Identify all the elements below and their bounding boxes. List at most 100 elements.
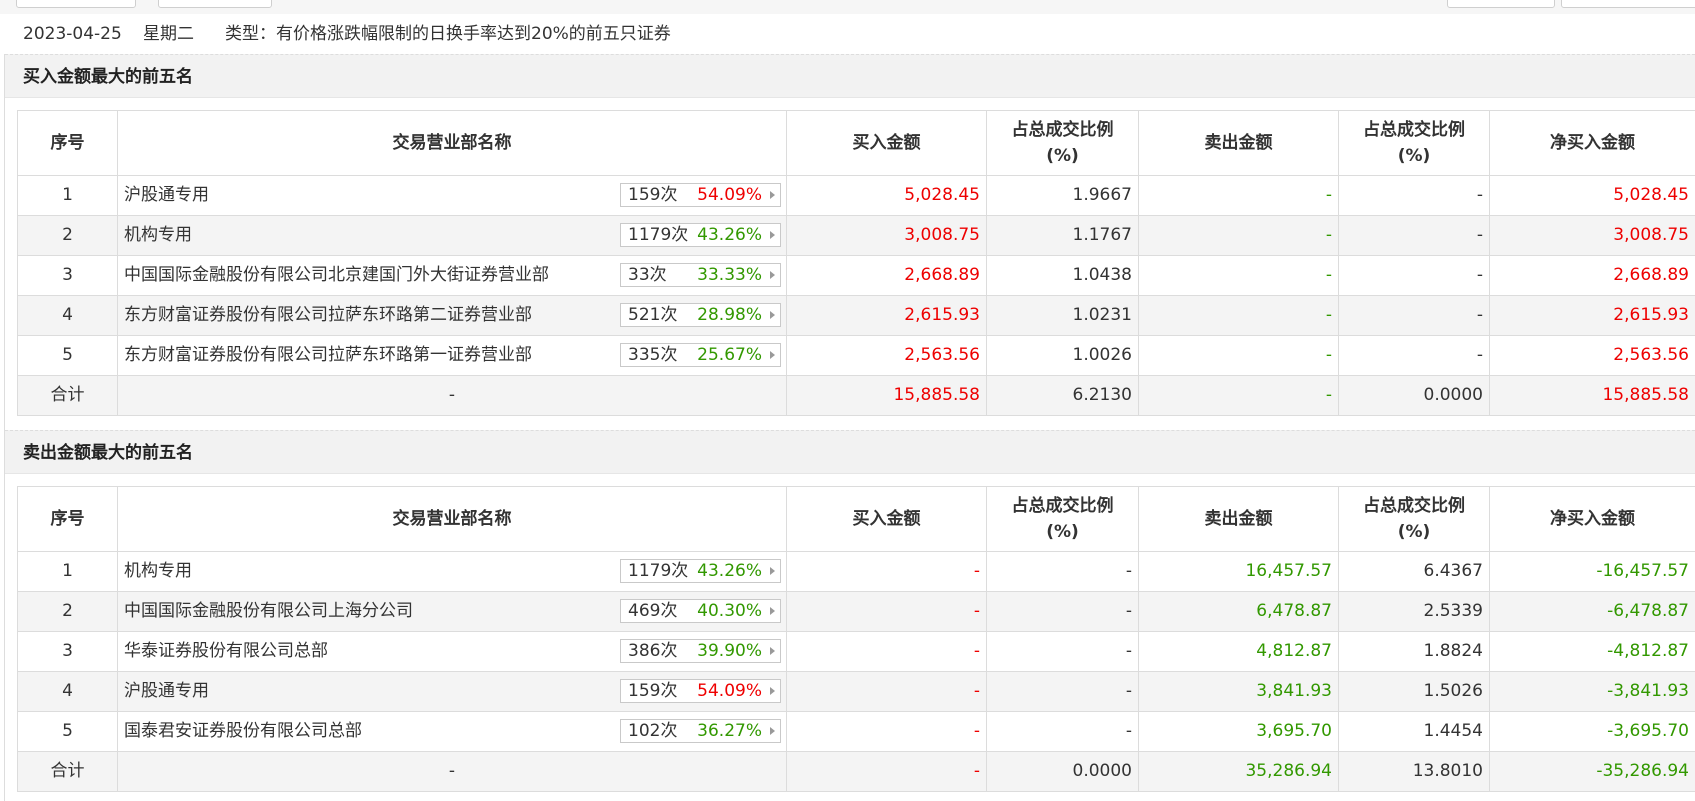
col-header-buy: 买入金额 bbox=[786, 486, 987, 552]
net-amount: 2,563.56 bbox=[1489, 335, 1695, 376]
buy-amount: - bbox=[786, 711, 987, 752]
broker-stats-button[interactable]: 33次 33.33% bbox=[620, 263, 781, 287]
appearance-count: 159次 bbox=[628, 185, 678, 205]
sell-ratio: - bbox=[1338, 255, 1490, 296]
buy-amount: - bbox=[786, 551, 987, 592]
broker-name[interactable]: 机构专用 bbox=[124, 553, 192, 591]
toolbar-button-right-1[interactable] bbox=[1447, 0, 1555, 8]
row-seq: 4 bbox=[17, 295, 118, 336]
total-name: - bbox=[117, 751, 787, 792]
broker-name[interactable]: 沪股通专用 bbox=[124, 177, 209, 215]
toolbar-button-left-1[interactable] bbox=[16, 0, 136, 8]
broker-stats-button[interactable]: 102次 36.27% bbox=[620, 719, 781, 743]
total-sell-amount: 35,286.94 bbox=[1138, 751, 1339, 792]
caret-right-icon bbox=[770, 191, 775, 199]
buy-amount: 2,668.89 bbox=[786, 255, 987, 296]
sell-ratio: - bbox=[1338, 295, 1490, 336]
appearance-count: 1179次 bbox=[628, 225, 689, 245]
table-row: 1 机构专用 1179次 43.26% - -16,457.57 6.4367 -16,457… bbox=[17, 551, 1695, 592]
broker-name[interactable]: 中国国际金融股份有限公司上海分公司 bbox=[124, 593, 413, 631]
broker-name[interactable]: 国泰君安证券股份有限公司总部 bbox=[124, 713, 362, 751]
broker-stats-button[interactable]: 1179次 43.26% bbox=[620, 559, 781, 583]
buy-ratio: 1.1767 bbox=[986, 215, 1139, 256]
sell-amount: 3,695.70 bbox=[1138, 711, 1339, 752]
total-buy-ratio: 0.0000 bbox=[986, 751, 1139, 792]
broker-name-cell: 华泰证券股份有限公司总部 386次 39.90% bbox=[117, 631, 787, 672]
buy-ratio: 1.0231 bbox=[986, 295, 1139, 336]
col-header-net: 净买入金额 bbox=[1489, 486, 1695, 552]
total-buy-ratio: 6.2130 bbox=[986, 375, 1139, 416]
broker-name-cell: 东方财富证券股份有限公司拉萨东环路第一证券营业部 335次 25.67% bbox=[117, 335, 787, 376]
col-header-sell: 卖出金额 bbox=[1138, 486, 1339, 552]
buy-ratio: - bbox=[986, 551, 1139, 592]
broker-stats-button[interactable]: 335次 25.67% bbox=[620, 343, 781, 367]
buy-amount: 3,008.75 bbox=[786, 215, 987, 256]
appearance-count: 469次 bbox=[628, 601, 678, 621]
win-rate: 33.33% bbox=[697, 265, 762, 285]
net-amount: -4,812.87 bbox=[1489, 631, 1695, 672]
broker-stats-button[interactable]: 469次 40.30% bbox=[620, 599, 781, 623]
table-row: 3 中国国际金融股份有限公司北京建国门外大街证券营业部 33次 33.33% 2,668… bbox=[17, 255, 1695, 296]
total-net-amount: -35,286.94 bbox=[1489, 751, 1695, 792]
total-sell-ratio: 0.0000 bbox=[1338, 375, 1490, 416]
sell-ratio: 1.5026 bbox=[1338, 671, 1490, 712]
toolbar-button-left-2[interactable] bbox=[158, 0, 272, 8]
win-rate: 39.90% bbox=[697, 641, 762, 661]
net-amount: 2,615.93 bbox=[1489, 295, 1695, 336]
broker-name[interactable]: 中国国际金融股份有限公司北京建国门外大街证券营业部 bbox=[124, 257, 549, 295]
table-row: 5 国泰君安证券股份有限公司总部 102次 36.27% - -3,695.70 1.445… bbox=[17, 711, 1695, 752]
caret-right-icon bbox=[770, 351, 775, 359]
col-header-name: 交易营业部名称 bbox=[117, 110, 787, 176]
buy-ratio: 1.0438 bbox=[986, 255, 1139, 296]
buy-ratio: - bbox=[986, 671, 1139, 712]
broker-stats-button[interactable]: 386次 39.90% bbox=[620, 639, 781, 663]
appearance-count: 521次 bbox=[628, 305, 678, 325]
broker-name[interactable]: 东方财富证券股份有限公司拉萨东环路第一证券营业部 bbox=[124, 337, 532, 375]
broker-stats-button[interactable]: 1179次 43.26% bbox=[620, 223, 781, 247]
win-rate: 36.27% bbox=[697, 721, 762, 741]
col-header-net: 净买入金额 bbox=[1489, 110, 1695, 176]
buy-ratio: - bbox=[986, 591, 1139, 632]
broker-name-cell: 沪股通专用 159次 54.09% bbox=[117, 175, 787, 216]
type-text: 类型：有价格涨跌幅限制的日换手率达到20%的前五只证券 bbox=[225, 24, 671, 44]
row-seq: 3 bbox=[17, 631, 118, 672]
col-header-buy: 买入金额 bbox=[786, 110, 987, 176]
broker-stats-button[interactable]: 521次 28.98% bbox=[620, 303, 781, 327]
table-row: 2 机构专用 1179次 43.26% 3,008.75 1.1767- -3,008.75 bbox=[17, 215, 1695, 256]
table-row: 3 华泰证券股份有限公司总部 386次 39.90% - -4,812.87 1.8824-… bbox=[17, 631, 1695, 672]
table-row: 5 东方财富证券股份有限公司拉萨东环路第一证券营业部 335次 25.67% 2,563… bbox=[17, 335, 1695, 376]
broker-stats-button[interactable]: 159次 54.09% bbox=[620, 679, 781, 703]
net-amount: -6,478.87 bbox=[1489, 591, 1695, 632]
broker-name[interactable]: 东方财富证券股份有限公司拉萨东环路第二证券营业部 bbox=[124, 297, 532, 335]
total-label: 合计 bbox=[17, 751, 118, 792]
net-amount: 2,668.89 bbox=[1489, 255, 1695, 296]
net-amount: -3,695.70 bbox=[1489, 711, 1695, 752]
net-amount: -16,457.57 bbox=[1489, 551, 1695, 592]
col-header-sell-pct: 占总成交比例 (%) bbox=[1338, 486, 1490, 552]
win-rate: 54.09% bbox=[697, 681, 762, 701]
col-header-buy-pct: 占总成交比例 (%) bbox=[986, 110, 1139, 176]
col-header-seq: 序号 bbox=[17, 486, 118, 552]
sell-amount: 16,457.57 bbox=[1138, 551, 1339, 592]
row-seq: 3 bbox=[17, 255, 118, 296]
buy-amount: - bbox=[786, 591, 987, 632]
broker-name-cell: 机构专用 1179次 43.26% bbox=[117, 215, 787, 256]
caret-right-icon bbox=[770, 727, 775, 735]
appearance-count: 386次 bbox=[628, 641, 678, 661]
sell-section-title: 卖出金额最大的前五名 bbox=[5, 430, 1695, 474]
table-row: 4 沪股通专用 159次 54.09% - -3,841.93 1.5026 -3,841.9… bbox=[17, 671, 1695, 712]
appearance-count: 1179次 bbox=[628, 561, 689, 581]
broker-name[interactable]: 华泰证券股份有限公司总部 bbox=[124, 633, 328, 671]
row-seq: 2 bbox=[17, 591, 118, 632]
caret-right-icon bbox=[770, 647, 775, 655]
col-header-buy-pct: 占总成交比例 (%) bbox=[986, 486, 1139, 552]
broker-name[interactable]: 机构专用 bbox=[124, 217, 192, 255]
sell-top5-table: 序号 交易营业部名称 买入金额 占总成交比例 (%) 卖出金额 占总成交比例 (%)… bbox=[17, 486, 1695, 792]
broker-stats-button[interactable]: 159次 54.09% bbox=[620, 183, 781, 207]
buy-ratio: - bbox=[986, 711, 1139, 752]
toolbar-button-right-2[interactable] bbox=[1561, 0, 1695, 8]
date-text: 2023-04-25 bbox=[23, 24, 122, 44]
sell-amount: - bbox=[1138, 335, 1339, 376]
table-row: 4 东方财富证券股份有限公司拉萨东环路第二证券营业部 521次 28.98% 2,615… bbox=[17, 295, 1695, 336]
broker-name[interactable]: 沪股通专用 bbox=[124, 673, 209, 711]
